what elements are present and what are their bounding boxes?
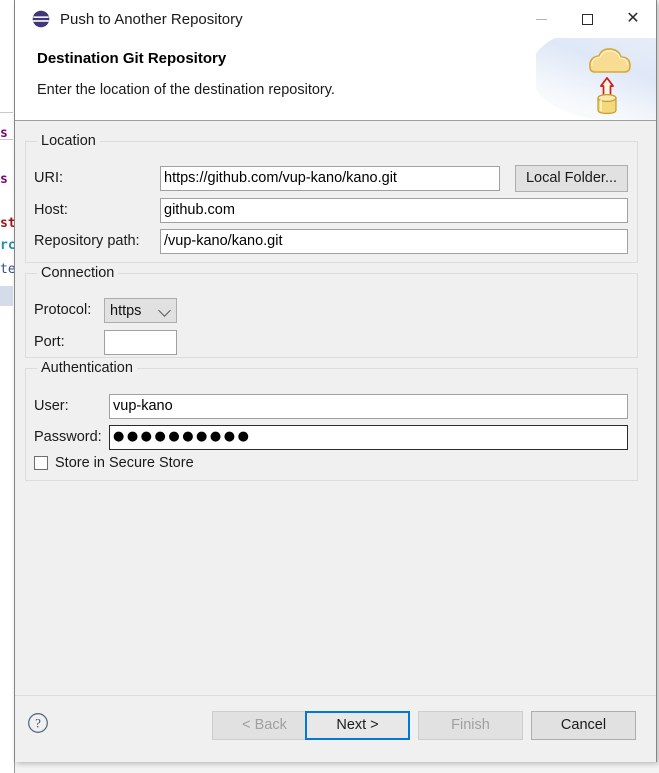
chevron-down-icon (158, 303, 171, 317)
location-group-legend: Location (37, 133, 100, 149)
background-code-line: s (0, 126, 8, 141)
connection-group-legend: Connection (37, 265, 119, 281)
password-input[interactable]: ●●●●●●●●●● (109, 425, 628, 450)
store-in-secure-store-checkbox[interactable]: Store in Secure Store (34, 455, 194, 471)
uri-input[interactable]: https://github.com/vup-kano/kano.git (160, 166, 500, 191)
host-input[interactable]: github.com (160, 198, 628, 223)
background-code-line: te (0, 262, 15, 277)
store-in-secure-store-label: Store in Secure Store (55, 455, 194, 471)
page-description: Enter the location of the destination re… (37, 82, 335, 98)
dialog-titlebar: Push to Another Repository ✕ (15, 0, 656, 38)
background-code-line: st (0, 216, 15, 231)
minimize-button[interactable] (518, 0, 564, 38)
dialog-content: Location URI: https://github.com/vup-kan… (15, 121, 656, 695)
svg-text:?: ? (35, 716, 41, 731)
back-button: < Back (212, 711, 317, 740)
help-icon: ? (28, 713, 48, 733)
protocol-label: Protocol: (34, 302, 92, 318)
window-controls: ✕ (518, 0, 656, 38)
maximize-button[interactable] (564, 0, 610, 38)
host-label: Host: (34, 202, 68, 218)
protocol-select[interactable]: https (104, 298, 177, 323)
cloud-upload-database-icon (589, 48, 631, 115)
background-selected-line (0, 286, 13, 306)
checkbox-icon (34, 456, 48, 470)
close-button[interactable]: ✕ (610, 0, 656, 38)
uri-label: URI: (34, 170, 63, 186)
password-label: Password: (34, 429, 102, 445)
dialog-title: Push to Another Repository (60, 10, 243, 28)
background-editor-strip: s s st rc te (0, 0, 15, 773)
port-input[interactable] (104, 330, 177, 355)
user-label: User: (34, 398, 69, 414)
dialog-button-bar: ? < Back Next > Finish Cancel (15, 695, 656, 762)
finish-button: Finish (418, 711, 523, 740)
cancel-button[interactable]: Cancel (531, 711, 636, 740)
background-code-line: s (0, 172, 8, 187)
repository-path-input[interactable]: /vup-kano/kano.git (160, 229, 628, 254)
authentication-group-legend: Authentication (37, 360, 137, 376)
close-icon: ✕ (626, 10, 640, 27)
push-to-another-repository-dialog: Push to Another Repository ✕ Destination… (14, 0, 657, 762)
header-artwork (536, 38, 656, 120)
minimize-icon (535, 18, 547, 20)
local-folder-button[interactable]: Local Folder... (515, 165, 628, 192)
protocol-selected-value: https (110, 302, 142, 319)
port-label: Port: (34, 334, 65, 350)
page-title: Destination Git Repository (37, 50, 227, 67)
eclipse-logo-icon (32, 10, 50, 28)
dialog-header: Destination Git Repository Enter the loc… (15, 38, 656, 121)
background-code-line: rc (0, 238, 15, 253)
repository-path-label: Repository path: (34, 233, 140, 249)
user-input[interactable]: vup-kano (109, 394, 628, 419)
maximize-icon (581, 13, 593, 25)
help-button[interactable]: ? (27, 712, 49, 734)
next-button[interactable]: Next > (305, 711, 410, 740)
